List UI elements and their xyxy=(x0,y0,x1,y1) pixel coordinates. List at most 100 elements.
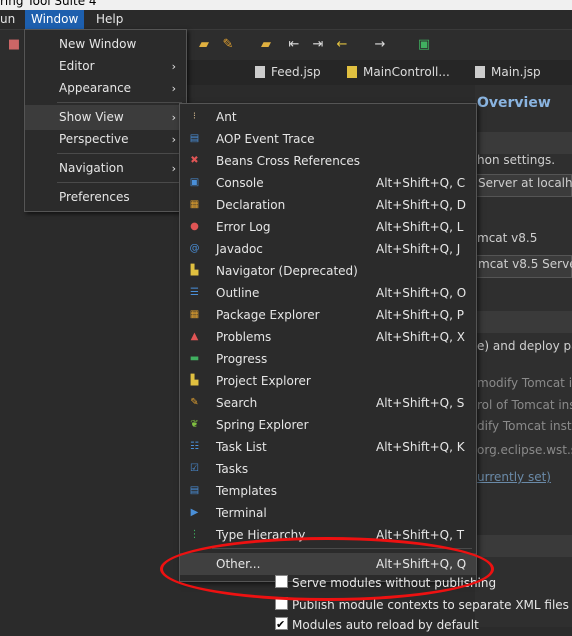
tab-main-jsp[interactable]: Main.jsp xyxy=(475,60,541,85)
menu-item-progress[interactable]: ▬ Progress xyxy=(180,348,476,370)
chevron-right-icon: › xyxy=(171,162,176,175)
next-annotation-icon[interactable]: ⇥ xyxy=(310,37,326,53)
menu-item-appearance[interactable]: Appearance › xyxy=(25,76,186,101)
menu-item-package-explorer[interactable]: ▦ Package Explorer Alt+Shift+Q, P xyxy=(180,304,476,326)
menu-item-declaration[interactable]: ▦ Declaration Alt+Shift+Q, D xyxy=(180,194,476,216)
editor-link[interactable]: urrently set) xyxy=(477,470,551,484)
menu-item-label: Progress xyxy=(216,352,268,366)
menu-item-label: Templates xyxy=(216,484,278,498)
aop-event-trace-icon: ▤ xyxy=(189,133,200,144)
tab-label: MainControll... xyxy=(363,65,450,79)
menu-item-shortcut: Alt+Shift+Q, O xyxy=(376,286,467,300)
javadoc-icon: @ xyxy=(189,243,200,254)
menu-item-label: Declaration xyxy=(216,198,286,212)
menu-item-navigation[interactable]: Navigation › xyxy=(25,156,186,181)
checkbox-checked[interactable] xyxy=(275,614,288,636)
menu-item-terminal[interactable]: ▶ Terminal xyxy=(180,502,476,524)
server-name-field[interactable]: Server at localho xyxy=(478,176,572,190)
tab-main-controller[interactable]: MainControll... xyxy=(347,60,450,85)
editor-text: hon settings. xyxy=(477,153,556,167)
window-menu: New Window Editor › Appearance › Show View… xyxy=(24,29,187,212)
menu-item-ant[interactable]: ⁝ Ant xyxy=(180,106,476,128)
menu-item-shortcut: Alt+Shift+Q, X xyxy=(376,330,465,344)
menu-item-problems[interactable]: ▲ Problems Alt+Shift+Q, X xyxy=(180,326,476,348)
menu-item-shortcut: Alt+Shift+Q, K xyxy=(376,440,465,454)
error-log-icon: ● xyxy=(190,221,199,232)
menu-item-project-explorer[interactable]: ▙ Project Explorer xyxy=(180,370,476,392)
menu-item-outline[interactable]: ☰ Outline Alt+Shift+Q, O xyxy=(180,282,476,304)
menu-item-label: Tasks xyxy=(216,462,249,476)
menu-item-console[interactable]: ▣ Console Alt+Shift+Q, C xyxy=(180,172,476,194)
ant-icon: ⁝ xyxy=(192,111,197,122)
console-icon: ▣ xyxy=(189,177,200,188)
overview-title: Overview xyxy=(477,95,551,111)
edit-icon[interactable]: ✎ xyxy=(220,37,236,53)
option-publish-contexts[interactable]: Publish module contexts to separate XML … xyxy=(275,594,572,616)
menu-item-label: Preferences xyxy=(59,190,130,204)
menu-item-label: Project Explorer xyxy=(216,374,311,388)
progress-icon: ▬ xyxy=(189,353,200,364)
option-auto-reload[interactable]: Modules auto reload by default xyxy=(275,614,572,636)
menu-item-javadoc[interactable]: @ Javadoc Alt+Shift+Q, J xyxy=(180,238,476,260)
menu-item-spring-explorer[interactable]: ❦ Spring Explorer xyxy=(180,414,476,436)
back-icon[interactable]: ← xyxy=(334,37,350,53)
java-file-icon xyxy=(347,66,357,78)
menu-item-label: Navigator (Deprecated) xyxy=(216,264,358,278)
outline-icon: ☰ xyxy=(190,287,199,298)
option-label: Publish module contexts to separate XML … xyxy=(292,598,569,612)
menu-item-label: Problems xyxy=(216,330,272,344)
menu-run[interactable]: un xyxy=(0,10,21,29)
menu-item-task-list[interactable]: ☷ Task List Alt+Shift+Q, K xyxy=(180,436,476,458)
menu-item-preferences[interactable]: Preferences xyxy=(25,185,186,210)
terminal-icon: ▶ xyxy=(190,507,199,518)
checkbox-unchecked[interactable] xyxy=(275,597,288,610)
checkbox-unchecked[interactable] xyxy=(275,575,288,588)
editor-text: org.eclipse.wst.serv xyxy=(477,443,572,457)
menu-item-shortcut: Alt+Shift+Q, J xyxy=(376,242,461,256)
menu-separator xyxy=(212,548,472,549)
chevron-right-icon: › xyxy=(171,133,176,146)
menu-item-shortcut: Alt+Shift+Q, P xyxy=(376,308,464,322)
editor-text: modify Tomcat i xyxy=(477,376,572,390)
external-tools-icon[interactable]: ▣ xyxy=(416,37,432,53)
open-type-icon[interactable]: ▰ xyxy=(258,37,274,53)
window-title-bar: ring Tool Suite 4 xyxy=(0,0,572,10)
menu-window[interactable]: Window xyxy=(25,10,85,29)
menu-item-perspective[interactable]: Perspective › xyxy=(25,127,186,152)
menu-separator xyxy=(57,102,182,103)
forward-icon[interactable]: → xyxy=(372,37,388,53)
menu-item-aop-event-trace[interactable]: ▤ AOP Event Trace xyxy=(180,128,476,150)
open-folder-icon[interactable]: ▰ xyxy=(196,37,212,53)
menu-item-search[interactable]: ✎ Search Alt+Shift+Q, S xyxy=(180,392,476,414)
menu-item-tasks[interactable]: ☑ Tasks xyxy=(180,458,476,480)
menu-item-label: Appearance xyxy=(59,81,132,95)
editor-text: rol of Tomcat inst xyxy=(477,398,572,412)
editor-text: dify Tomcat insta xyxy=(477,419,572,433)
menu-help[interactable]: Help xyxy=(90,10,129,29)
editor-tabs: Feed.jsp MainControll... Main.jsp xyxy=(185,60,572,85)
menu-item-label: Terminal xyxy=(216,506,267,520)
menu-item-error-log[interactable]: ● Error Log Alt+Shift+Q, L xyxy=(180,216,476,238)
project-explorer-icon: ▙ xyxy=(190,375,199,386)
menu-item-shortcut: Alt+Shift+Q, S xyxy=(376,396,465,410)
menu-item-templates[interactable]: ▤ Templates xyxy=(180,480,476,502)
menu-item-label: Spring Explorer xyxy=(216,418,309,432)
stop-icon[interactable]: ■ xyxy=(6,37,22,53)
menu-item-label: Error Log xyxy=(216,220,271,234)
tab-feed-jsp[interactable]: Feed.jsp xyxy=(255,60,321,85)
menu-item-type-hierarchy[interactable]: ⋮ Type Hierarchy Alt+Shift+Q, T xyxy=(180,524,476,546)
runtime-environment-field[interactable]: mcat v8.5 Server a xyxy=(478,257,572,271)
prev-annotation-icon[interactable]: ⇤ xyxy=(286,37,302,53)
menu-item-shortcut: Alt+Shift+Q, C xyxy=(376,176,466,190)
menu-item-label: Type Hierarchy xyxy=(216,528,306,542)
menu-item-shortcut: Alt+Shift+Q, L xyxy=(376,220,464,234)
menu-item-navigator[interactable]: ▙ Navigator (Deprecated) xyxy=(180,260,476,282)
menu-item-shortcut: Alt+Shift+Q, T xyxy=(376,528,465,542)
option-label: Serve modules without publishing xyxy=(292,576,497,590)
file-icon xyxy=(255,66,265,78)
menu-item-beans-cross-references[interactable]: ✖ Beans Cross References xyxy=(180,150,476,172)
menu-item-label: Beans Cross References xyxy=(216,154,361,168)
chevron-right-icon: › xyxy=(171,82,176,95)
option-serve-modules[interactable]: Serve modules without publishing xyxy=(275,572,572,594)
problems-icon: ▲ xyxy=(190,331,199,342)
